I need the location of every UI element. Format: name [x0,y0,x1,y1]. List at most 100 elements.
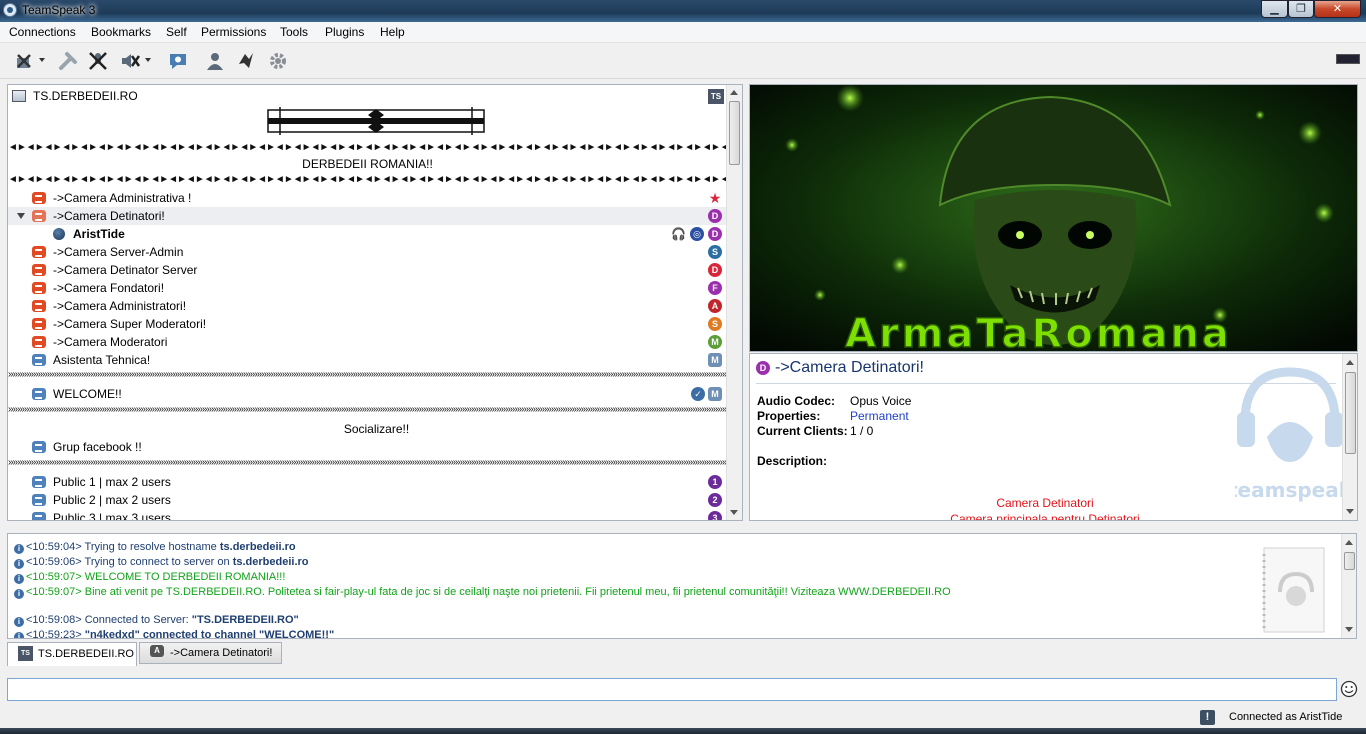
contacts-icon[interactable] [203,49,227,73]
scroll-up-arrow-icon[interactable] [1346,360,1354,365]
channel-label: ->Camera Fondatori! [53,281,165,295]
channel-title: ->Camera Detinatori! [775,359,924,376]
info-icon: i [14,617,24,627]
channel-star-icon: ★ [708,190,722,206]
minimize-button[interactable]: ▁ [1261,0,1288,18]
current-clients-value: 1 / 0 [850,424,874,438]
channel-badge: 2 [708,493,722,507]
channel-badge: D [756,361,770,375]
away-icon[interactable] [166,49,190,73]
server-log[interactable]: i <10:59:04> Trying to resolve hostname t… [7,533,1357,639]
channel-badge: M [708,387,722,401]
channel-row[interactable]: ->Camera Administratori! A [8,297,727,315]
spacer-socializare-row[interactable]: Socializare!! [8,420,727,438]
tab-server[interactable]: TS TS.DERBEDEII.RO [7,642,137,666]
menu-self[interactable]: Self [166,25,187,39]
scroll-up-arrow-icon[interactable] [1345,540,1353,545]
menu-help[interactable]: Help [380,25,405,39]
channel-label: ->Camera Administrativa ! [53,191,192,205]
log-scrollbar[interactable] [1341,534,1356,638]
scroll-down-arrow-icon[interactable] [1345,627,1353,632]
tree-scrollbar[interactable] [726,85,742,520]
channel-icon [32,264,46,276]
channel-tree[interactable]: TS.DERBEDEII.RO TS ◄►◄►◄►◄►◄►◄►◄►◄►◄►◄►◄… [7,84,743,521]
channel-row[interactable]: Asistenta Tehnica! M [8,351,727,369]
banner-text: ArmaTaRomana [845,311,1232,352]
log-text: Connected to Server: [84,614,192,626]
log-line: i <10:59:07> Bine ati venit pe TS.DERBEDE… [14,586,951,599]
channel-icon [32,476,46,488]
scroll-down-arrow-icon[interactable] [1346,509,1354,514]
toolbar [0,43,1366,79]
maximize-button[interactable]: ❐ [1288,0,1314,18]
channel-icon [32,441,46,453]
title-bar: TeamSpeak 3 ▁ ❐ ✕ [0,0,1366,22]
info-scrollbar[interactable] [1342,354,1357,520]
channel-icon [32,336,46,348]
menu-bar: Connections Bookmarks Self Permissions T… [0,22,1366,43]
channel-row[interactable]: ->Camera Fondatori! F [8,279,727,297]
description-line-1: Camera Detinatori [996,496,1094,510]
server-banner-image: ArmaTaRomana [749,84,1358,352]
emoticon-icon[interactable] [1340,680,1358,698]
channel-row[interactable]: WELCOME!! ✓ M [8,385,727,403]
menu-connections[interactable]: Connections [9,25,76,39]
scroll-thumb[interactable] [729,101,740,165]
channel-info-panel: teamspeak D ->Camera Detinatori! Audio C… [749,353,1358,521]
channel-label: Asistenta Tehnica! [53,353,151,367]
subscribe-icon[interactable] [234,49,258,73]
server-tab-icon: TS [18,646,33,661]
tab-label: TS.DERBEDEII.RO [38,648,134,660]
spacer-title-row[interactable]: DERBEDEII ROMANIA!! [8,155,727,173]
channel-row[interactable]: Public 1 | max 2 users 1 [8,473,727,491]
close-button[interactable]: ✕ [1314,0,1361,18]
channel-row[interactable]: ->Camera Super Moderatori! S [8,315,727,333]
spacer-arrows: ◄►◄►◄►◄►◄►◄►◄►◄►◄►◄►◄►◄►◄►◄►◄►◄►◄►◄►◄►◄►… [8,142,727,153]
settings-icon[interactable] [266,49,290,73]
channel-badge: 3 [708,511,722,520]
tab-channel[interactable]: A ->Camera Detinatori! [139,642,282,664]
current-clients-label: Current Clients: [757,424,848,438]
client-row[interactable]: AristTide 🎧 ◎ D [8,225,727,243]
channel-row-selected[interactable]: ->Camera Detinatori! D [8,207,727,225]
info-icon: i [14,574,24,584]
disconnect-icon[interactable] [12,49,45,73]
log-line: i <10:59:23> "n4kedxd" connected to chann… [14,629,334,638]
channel-row[interactable]: Grup facebook !! [8,438,727,456]
channel-row[interactable]: Public 3 | max 3 users 3 [8,509,727,520]
info-icon: i [14,544,24,554]
menu-tools[interactable]: Tools [280,25,308,39]
log-line: i <10:59:07> WELCOME TO DERBEDEII ROMANIA… [14,571,285,584]
server-row[interactable]: TS.DERBEDEII.RO TS [8,87,727,105]
scroll-down-arrow-icon[interactable] [730,510,738,515]
log-time: <10:59:06> [26,556,82,568]
channel-row[interactable]: ->Camera Server-Admin S [8,243,727,261]
menu-plugins[interactable]: Plugins [325,25,364,39]
channel-row[interactable]: Public 2 | max 2 users 2 [8,491,727,509]
log-bold: ts.derbedeii.ro [232,556,309,568]
info-icon: i [14,589,24,599]
menu-bookmarks[interactable]: Bookmarks [91,25,151,39]
spacer-socializare: Socializare!! [343,422,410,436]
channel-row[interactable]: ->Camera Moderatori M [8,333,727,351]
channel-icon [32,282,46,294]
channel-icon [32,512,46,520]
scroll-up-arrow-icon[interactable] [730,90,738,95]
channel-icon [32,192,46,204]
menu-permissions[interactable]: Permissions [201,25,266,39]
mute-microphone-icon[interactable] [86,49,110,73]
scroll-thumb[interactable] [1345,372,1356,454]
tab-label: ->Camera Detinatori! [170,647,273,659]
mute-speakers-icon[interactable] [118,49,151,73]
log-text: Trying to connect to server on [84,556,233,568]
log-line: i <10:59:04> Trying to resolve hostname t… [14,541,296,554]
connect-icon[interactable] [56,49,80,73]
expand-arrow-icon[interactable] [17,213,25,219]
channel-row[interactable]: ->Camera Administrativa ! ★ [8,189,727,207]
channel-label: ->Camera Moderatori [53,335,168,349]
scroll-thumb[interactable] [1344,552,1355,570]
server-icon [12,90,26,102]
warning-icon[interactable]: ! [1200,710,1215,725]
chat-input[interactable] [7,678,1337,701]
channel-row[interactable]: ->Camera Detinator Server D [8,261,727,279]
